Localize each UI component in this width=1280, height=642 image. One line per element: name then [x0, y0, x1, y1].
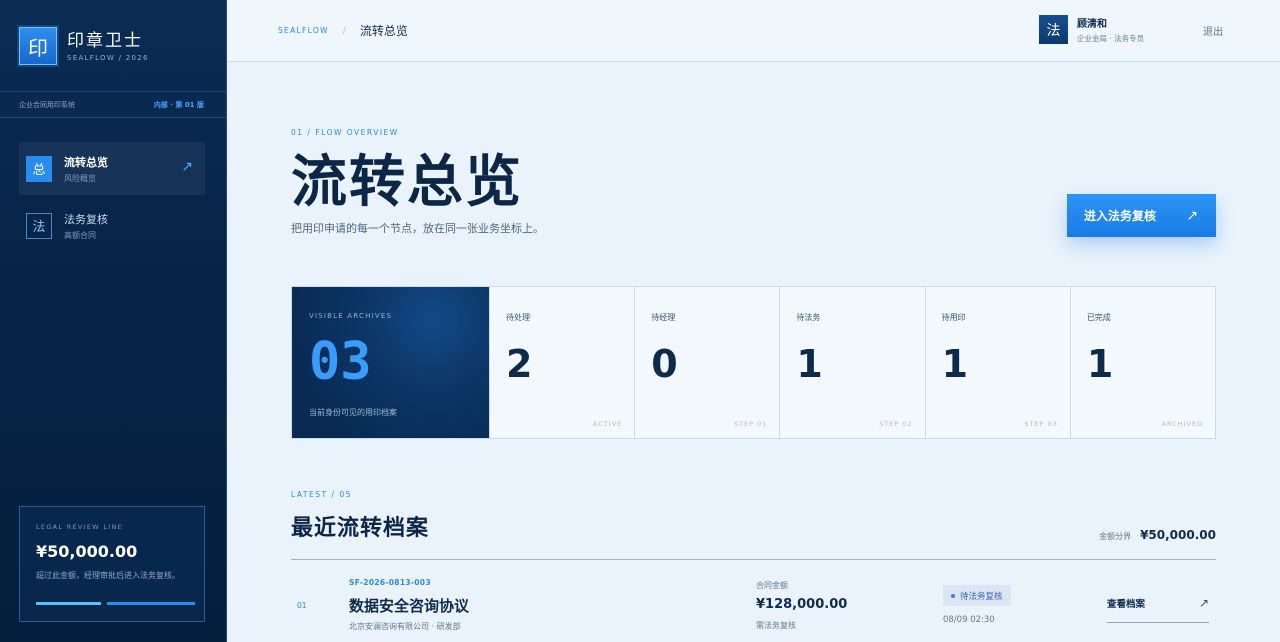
- sidebar-item-overview[interactable]: 总 流转总览 风险概览 ↗: [19, 142, 205, 195]
- section-caption: 01 / FLOW OVERVIEW: [291, 128, 399, 137]
- row-index: 01: [297, 601, 307, 610]
- progress-segment: [36, 602, 101, 605]
- user-profile[interactable]: 法 顾清和 企业金局 · 法务专员: [1039, 15, 1144, 44]
- stat-label: 待法务: [796, 313, 821, 322]
- avatar: 法: [1039, 15, 1068, 44]
- system-name: 企业合同用印系统: [19, 100, 75, 109]
- legal-review-description: 超过此金额，经理审批后进入法务复核。: [36, 571, 180, 580]
- threshold-label: 金额分界: [1099, 532, 1132, 541]
- stat-completed[interactable]: 已完成 1 ARCHIVED: [1069, 287, 1215, 438]
- stats-panel: VISIBLE ARCHIVES 03 当前身份可见的用印档案 待处理 2 AC…: [291, 286, 1216, 439]
- page-description: 把用印申请的每一个节点，放在同一张业务坐标上。: [291, 222, 544, 235]
- logout-button[interactable]: 退出: [1203, 23, 1223, 38]
- row-organization: 北京安澜咨询有限公司 · 研发部: [349, 622, 461, 631]
- view-archive-link[interactable]: 查看档案 ↗: [1107, 592, 1209, 623]
- stat-label: 待处理: [506, 313, 530, 322]
- sidebar-item-label: 法务复核: [64, 212, 108, 226]
- breadcrumb-current: 流转总览: [359, 24, 408, 38]
- stat-code: STEP 01: [733, 420, 768, 428]
- row-contract-name: 数据安全咨询协议: [349, 597, 470, 615]
- legal-review-line-card: LEGAL REVIEW LINE ¥50,000.00 超过此金额，经理审批后…: [19, 506, 205, 622]
- row-amount: ¥128,000.00: [756, 597, 848, 612]
- arrow-up-right-icon: ↗: [181, 159, 193, 175]
- legal-review-progress: [36, 602, 195, 605]
- amount-threshold: 金额分界 ¥50,000.00: [1099, 528, 1216, 542]
- legal-review-caption: LEGAL REVIEW LINE: [36, 523, 124, 531]
- row-code: SF-2026-0813-003: [349, 578, 431, 587]
- button-label: 进入法务复核: [1084, 209, 1157, 223]
- brand-subtitle: SEALFLOW / 2026: [67, 53, 149, 62]
- sidebar-item-legal-review[interactable]: 法 法务复核 高额合同: [19, 199, 205, 252]
- sidebar-item-sublabel: 高额合同: [64, 230, 96, 240]
- threshold-value: ¥50,000.00: [1140, 528, 1216, 542]
- brand-title: 印章卫士: [67, 30, 143, 51]
- seal-logo-icon: 印: [19, 27, 57, 65]
- enter-legal-review-button[interactable]: 进入法务复核 ↗: [1067, 194, 1216, 237]
- row-amount-note: 需法务复核: [756, 621, 796, 630]
- sidebar-item-sublabel: 风险概览: [64, 173, 96, 183]
- user-name: 顾清和: [1077, 19, 1107, 30]
- section-title: 最近流转档案: [291, 515, 430, 541]
- arrow-up-right-icon: ↗: [1198, 596, 1209, 610]
- status-label: 待法务复核: [960, 591, 1003, 602]
- stat-code: STEP 02: [879, 420, 913, 428]
- arrow-up-right-icon: ↗: [1186, 207, 1198, 224]
- legal-review-amount: ¥50,000.00: [36, 542, 138, 561]
- stat-label: 待用印: [941, 313, 966, 322]
- page-title: 流转总览: [291, 149, 523, 215]
- sidebar-item-label: 流转总览: [64, 155, 108, 169]
- section-caption: LATEST / 05: [291, 490, 352, 499]
- stat-visible-archives: VISIBLE ARCHIVES 03 当前身份可见的用印档案: [292, 287, 489, 438]
- system-version-tag: 内部 · 第 01 版: [153, 100, 204, 109]
- stat-caption: VISIBLE ARCHIVES: [309, 312, 393, 320]
- stat-value: 0: [651, 342, 678, 386]
- row-amount-caption: 合同金额: [756, 581, 788, 590]
- legal-icon: 法: [26, 212, 52, 239]
- stat-pending-manager[interactable]: 待经理 0 STEP 01: [634, 287, 779, 438]
- topbar: SEALFLOW / 流转总览 法 顾清和 企业金局 · 法务专员 退出: [227, 0, 1280, 62]
- link-label: 查看档案: [1107, 599, 1146, 610]
- stat-value: 1: [1086, 342, 1114, 386]
- breadcrumb: SEALFLOW / 流转总览: [278, 22, 408, 39]
- stat-description: 当前身份可见的用印档案: [309, 408, 397, 417]
- stat-value: 2: [506, 342, 533, 386]
- progress-segment: [107, 602, 195, 605]
- breadcrumb-root[interactable]: SEALFLOW: [278, 26, 329, 35]
- breadcrumb-separator: /: [342, 25, 346, 36]
- status-badge: 待法务复核: [943, 585, 1011, 606]
- stat-value: 03: [309, 332, 372, 392]
- system-bar: 企业合同用印系统 内部 · 第 01 版: [0, 91, 226, 118]
- stat-label: 待经理: [651, 313, 676, 322]
- status-dot-icon: [951, 593, 955, 598]
- stat-label: 已完成: [1086, 313, 1111, 322]
- stat-code: ARCHIVED: [1161, 420, 1204, 428]
- stat-value: 1: [941, 342, 969, 386]
- user-role: 企业金局 · 法务专员: [1077, 34, 1145, 43]
- stat-value: 1: [796, 342, 823, 386]
- stat-pending-legal[interactable]: 待法务 1 STEP 02: [779, 287, 924, 438]
- stat-code: ACTIVE: [592, 420, 623, 428]
- overview-icon: 总: [26, 155, 52, 182]
- sidebar: 印 印章卫士 SEALFLOW / 2026 企业合同用印系统 内部 · 第 0…: [0, 0, 227, 642]
- stat-pending-seal[interactable]: 待用印 1 STEP 03: [924, 287, 1070, 438]
- table-row[interactable]: 01 SF-2026-0813-003 数据安全咨询协议 北京安澜咨询有限公司 …: [291, 560, 1216, 642]
- stat-code: STEP 03: [1024, 420, 1058, 428]
- stat-pending[interactable]: 待处理 2 ACTIVE: [489, 287, 634, 438]
- brand[interactable]: 印 印章卫士 SEALFLOW / 2026: [19, 27, 149, 65]
- row-timestamp: 08/09 02:30: [943, 615, 995, 625]
